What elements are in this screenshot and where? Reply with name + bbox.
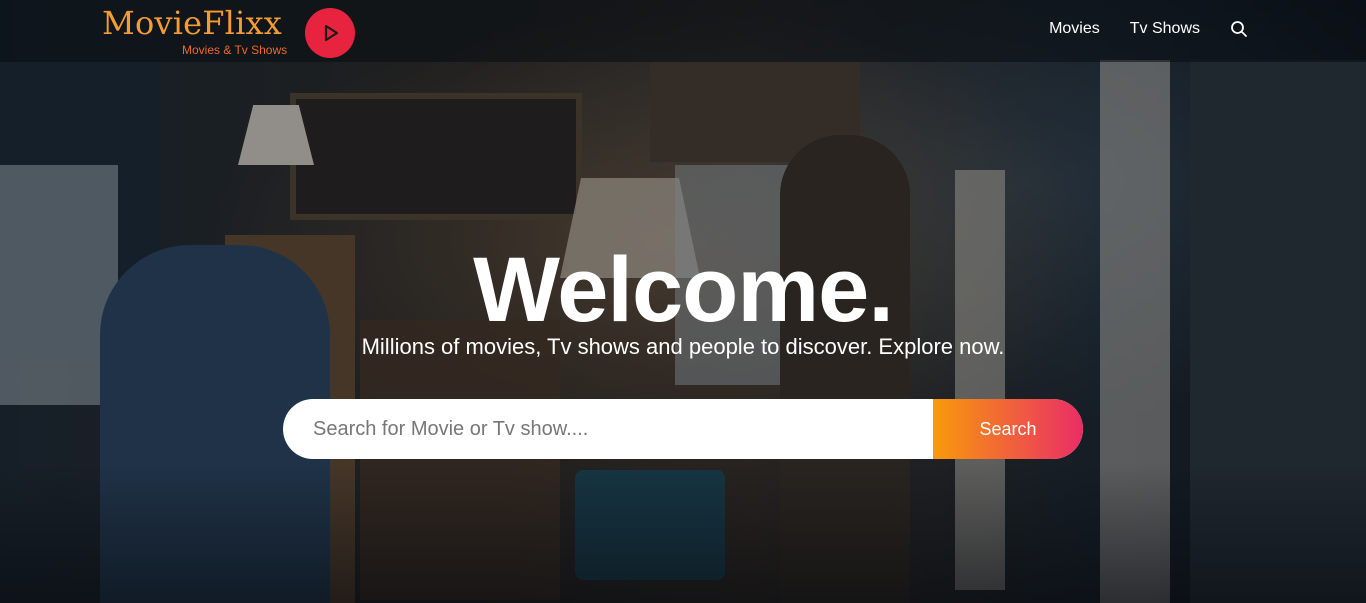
logo-title: MovieFlixx: [102, 4, 283, 42]
hero-subtitle: Millions of movies, Tv shows and people …: [361, 334, 1005, 359]
logo-tagline: Movies & Tv Shows: [182, 43, 288, 57]
site-logo[interactable]: MovieFlixx Movies & Tv Shows: [102, 2, 362, 58]
main-nav: Movies Tv Shows: [1049, 20, 1248, 38]
nav-item-tv-shows[interactable]: Tv Shows: [1130, 20, 1200, 38]
play-icon: [305, 8, 355, 58]
hero-content: Welcome. Millions of movies, Tv shows an…: [0, 0, 1366, 603]
search-icon[interactable]: [1230, 20, 1248, 38]
site-header: MovieFlixx Movies & Tv Shows Movies Tv S…: [0, 0, 1366, 62]
hero-title: Welcome.: [473, 239, 894, 341]
hero-section: MovieFlixx Movies & Tv Shows Movies Tv S…: [0, 0, 1366, 603]
nav-item-movies[interactable]: Movies: [1049, 20, 1100, 38]
search-input[interactable]: [283, 399, 933, 459]
hero-search-bar: Search: [283, 399, 1083, 459]
search-button[interactable]: Search: [933, 399, 1083, 459]
